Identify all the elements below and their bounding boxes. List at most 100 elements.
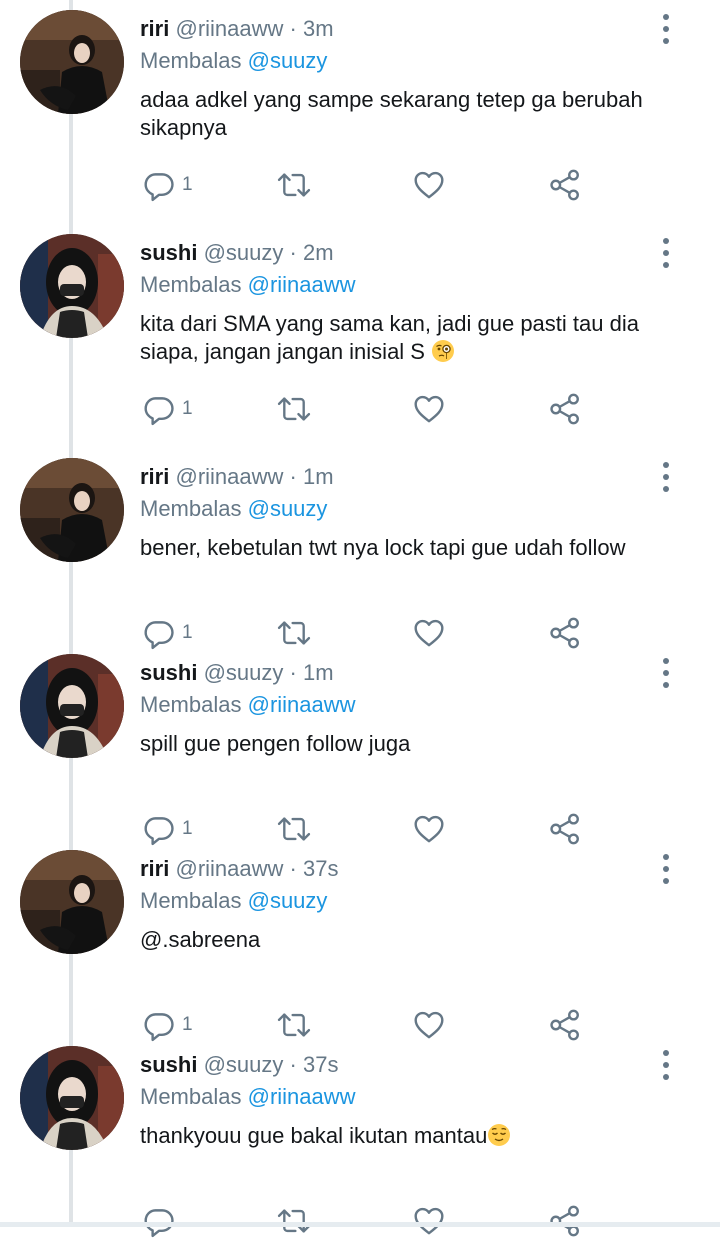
retweet-icon [277, 397, 311, 421]
share-button[interactable] [548, 392, 582, 426]
avatar-sushi[interactable] [20, 234, 124, 338]
timestamp[interactable]: 1m [303, 464, 334, 489]
reply-count: 1 [182, 622, 193, 643]
mention-link[interactable]: @riinaaww [248, 272, 356, 297]
retweet-icon [277, 1209, 311, 1233]
tweet-header: sushi @suuzy · 2m [140, 238, 334, 268]
reply-count: 1 [182, 818, 193, 839]
more-vertical-icon[interactable] [652, 1050, 680, 1080]
timestamp[interactable]: 2m [303, 240, 334, 265]
tweet-1[interactable]: riri @riinaaww · 3m Membalas @suuzy adaa… [0, 0, 720, 202]
tweet-text-content: spill gue pengen follow juga [140, 731, 411, 756]
more-vertical-icon[interactable] [652, 658, 680, 688]
like-icon [414, 171, 444, 199]
more-vertical-icon[interactable] [652, 462, 680, 492]
user-handle[interactable]: @suuzy [204, 1052, 284, 1077]
avatar-riri[interactable] [20, 10, 124, 114]
tweet-5[interactable]: riri @riinaaww · 37s Membalas @suuzy @.s… [0, 840, 720, 1042]
mention-link[interactable]: @riinaaww [248, 1084, 356, 1109]
more-vertical-icon[interactable] [652, 14, 680, 44]
replying-to-label: Membalas [140, 1084, 242, 1109]
display-name[interactable]: riri [140, 464, 169, 489]
replying-to-label: Membalas [140, 272, 242, 297]
tweet-text: thankyouu gue bakal ikutan mantau [140, 1122, 700, 1150]
relieved-face-icon [488, 1124, 511, 1146]
separator-dot: · [289, 16, 297, 41]
replying-to-label: Membalas [140, 48, 242, 73]
avatar-sushi[interactable] [20, 1046, 124, 1150]
share-icon [550, 393, 579, 425]
timestamp[interactable]: 1m [303, 660, 334, 685]
display-name[interactable]: sushi [140, 1052, 197, 1077]
share-button[interactable] [548, 1204, 582, 1238]
reply-icon [144, 173, 174, 202]
replying-to-label: Membalas [140, 692, 242, 717]
user-handle[interactable]: @riinaaww [175, 856, 283, 881]
replying-to: Membalas @riinaaww [140, 1082, 356, 1112]
display-name[interactable]: riri [140, 856, 169, 881]
retweet-button[interactable] [276, 392, 312, 426]
like-button[interactable] [412, 392, 446, 426]
replying-to: Membalas @riinaaww [140, 270, 356, 300]
user-handle[interactable]: @riinaaww [175, 16, 283, 41]
more-vertical-icon[interactable] [652, 854, 680, 884]
tweet-actions: 1 [140, 168, 600, 202]
mention-link[interactable]: @suuzy [248, 48, 328, 73]
like-button[interactable] [412, 1204, 446, 1238]
display-name[interactable]: sushi [140, 660, 197, 685]
reply-button[interactable] [142, 1204, 182, 1238]
reply-count: 1 [182, 174, 193, 195]
separator-dot: · [289, 464, 297, 489]
tweet-header: sushi @suuzy · 1m [140, 658, 334, 688]
user-handle[interactable]: @riinaaww [175, 464, 283, 489]
tweet-header: riri @riinaaww · 3m [140, 14, 334, 44]
avatar-riri[interactable] [20, 850, 124, 954]
like-button[interactable] [412, 168, 446, 202]
separator-dot: · [289, 856, 297, 881]
tweet-header: sushi @suuzy · 37s [140, 1050, 338, 1080]
retweet-button[interactable] [276, 1204, 312, 1238]
retweet-button[interactable] [276, 168, 312, 202]
replying-to: Membalas @suuzy [140, 886, 327, 916]
share-button[interactable] [548, 168, 582, 202]
replying-to: Membalas @riinaaww [140, 690, 356, 720]
mention-link[interactable]: @riinaaww [248, 692, 356, 717]
timestamp[interactable]: 3m [303, 16, 334, 41]
timestamp[interactable]: 37s [303, 856, 338, 881]
retweet-icon [277, 173, 311, 197]
bottom-divider [0, 1222, 720, 1227]
tweet-text-content: kita dari SMA yang sama kan, jadi gue pa… [140, 311, 639, 364]
tweet-text: spill gue pengen follow juga [140, 730, 700, 758]
reply-button[interactable]: 1 [142, 392, 193, 426]
tweet-text: @.sabreena [140, 926, 700, 954]
avatar-sushi[interactable] [20, 654, 124, 758]
tweet-6[interactable]: sushi @suuzy · 37s Membalas @riinaaww th… [0, 1036, 720, 1238]
tweet-text: kita dari SMA yang sama kan, jadi gue pa… [140, 310, 700, 366]
share-icon [550, 169, 579, 201]
like-icon [414, 395, 444, 423]
reply-count: 1 [182, 398, 193, 419]
separator-dot: · [289, 240, 297, 265]
tweet-4[interactable]: sushi @suuzy · 1m Membalas @riinaaww spi… [0, 644, 720, 846]
tweet-text-content: bener, kebetulan twt nya lock tapi gue u… [140, 535, 626, 560]
avatar-riri[interactable] [20, 458, 124, 562]
user-handle[interactable]: @suuzy [204, 660, 284, 685]
tweet-header: riri @riinaaww · 37s [140, 854, 338, 884]
reply-icon [144, 397, 174, 426]
replying-to-label: Membalas [140, 888, 242, 913]
replying-to-label: Membalas [140, 496, 242, 521]
tweet-2[interactable]: sushi @suuzy · 2m Membalas @riinaaww kit… [0, 224, 720, 426]
tweet-actions [140, 1204, 600, 1238]
reply-button[interactable]: 1 [142, 168, 193, 202]
replying-to: Membalas @suuzy [140, 494, 327, 524]
mention-link[interactable]: @suuzy [248, 496, 328, 521]
display-name[interactable]: riri [140, 16, 169, 41]
timestamp[interactable]: 37s [303, 1052, 338, 1077]
mention-link[interactable]: @suuzy [248, 888, 328, 913]
user-handle[interactable]: @suuzy [204, 240, 284, 265]
tweet-3[interactable]: riri @riinaaww · 1m Membalas @suuzy bene… [0, 448, 720, 650]
monocle-face-icon [432, 340, 455, 362]
display-name[interactable]: sushi [140, 240, 197, 265]
more-vertical-icon[interactable] [652, 238, 680, 268]
like-icon [414, 1207, 444, 1235]
